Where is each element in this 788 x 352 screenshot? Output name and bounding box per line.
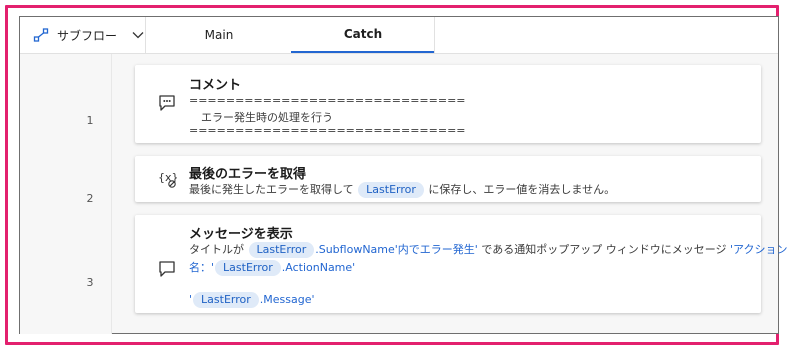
action-title: メッセージを表示 [189,227,293,242]
variable-chip[interactable]: LastError [215,260,281,276]
subflow-label: サブフロー [57,28,118,43]
tab-main[interactable]: Main [147,17,291,53]
desc-string: .Message' [259,293,315,306]
line-number: 2 [86,192,94,205]
desc-text: に保存し、エラー値を消去しません。 [428,183,616,196]
comment-separator: ============================== [189,124,466,137]
desc-text: である通知ポップアップ ウィンドウにメッセージ [481,243,727,256]
desc-text: 最後に発生したエラーを取得して [189,183,354,196]
action-description-line3: ' LastError .Message' [189,292,315,308]
message-icon [159,261,175,277]
chevron-down-icon [132,32,144,39]
line-number: 3 [86,276,94,289]
comment-text: エラー発生時の処理を行う [201,111,333,124]
action-description-line2: 名：' LastError .ActionName' [189,259,355,276]
desc-string: .SubflowName'内でエラー発生' [315,243,478,256]
tab-bar: サブフロー Main Catch [20,17,778,54]
action-title: コメント [189,78,242,93]
desc-string: .ActionName' [281,261,356,274]
action-description: 最後に発生したエラーを取得して LastError に保存し、エラー値を消去しま… [189,181,615,198]
variable-chip[interactable]: LastError [358,182,424,198]
line-number-gutter: 1 2 3 [20,54,112,334]
tab-catch[interactable]: Catch [291,17,435,53]
desc-text: タイトルが [189,243,244,256]
desc-string: 'アクション [730,243,788,256]
desc-string: ' [189,293,193,306]
action-title: 最後のエラーを取得 [189,167,307,182]
desc-string: 名：' [189,261,215,274]
action-card-display-message[interactable]: メッセージを表示 タイトルが LastError .SubflowName'内でエ… [135,215,787,313]
action-card-comment[interactable]: コメント ============================== エラー発… [135,65,761,143]
subflow-dropdown[interactable]: サブフロー [20,17,146,53]
flow-designer-window: サブフロー Main Catch 1 2 3 コメント ============… [19,16,787,334]
comment-separator: ============================== [189,94,466,107]
tab-divider [434,17,435,53]
action-card-get-last-error[interactable]: {x} 最後のエラーを取得 最後に発生したエラーを取得して LastError … [135,156,761,202]
comment-icon [159,95,175,111]
subflow-icon [33,28,49,42]
variable-chip[interactable]: LastError [193,292,259,308]
action-description-line1: タイトルが LastError .SubflowName'内でエラー発生' である… [189,241,787,258]
variable-chip[interactable]: LastError [248,242,315,258]
variable-icon: {x} [158,171,177,188]
line-number: 1 [86,114,94,127]
